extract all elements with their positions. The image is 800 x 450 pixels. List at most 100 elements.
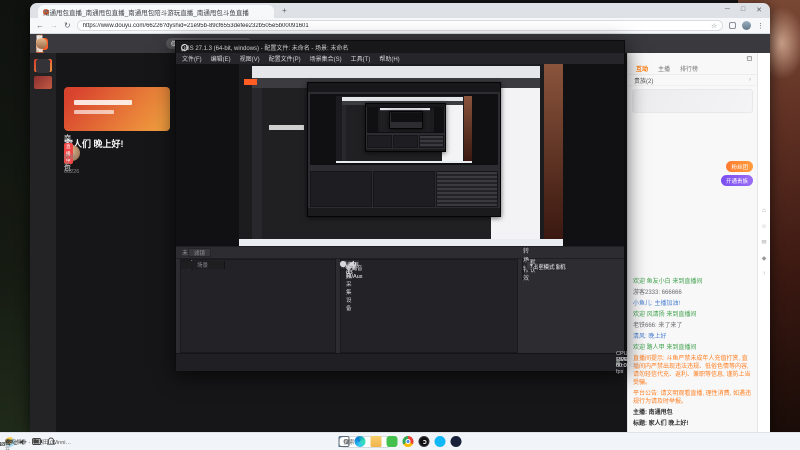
browser-menu-icon[interactable]: ⋮: [757, 22, 764, 30]
mini-obs-window: [389, 110, 423, 129]
chevron-down-icon: ▾: [530, 262, 533, 269]
chat-footer-streamer: 主播: 南通甩包: [633, 410, 673, 416]
battery-icon[interactable]: [32, 438, 42, 445]
obs-window: OBS 27.1.3 (64-bit, windows) - 配置文件: 未命名…: [175, 40, 637, 375]
room-id: 房间号: 66226: [64, 155, 80, 175]
cpu-fps-text: CPU: 1.0%, 60.00 fps: [616, 350, 631, 375]
mixer-body: 桌面音频/Aux -1.3 dB 视频采集设备 0.0 dB 麦克风/Aux 0…: [340, 260, 363, 312]
filters-button[interactable]: 滤镜: [188, 248, 212, 257]
file-explorer-icon[interactable]: [370, 436, 382, 447]
mini-obs-docks: [309, 170, 499, 207]
promo-banner[interactable]: [64, 87, 170, 131]
url-text: https://www.douyu.com/66226?dyshid=21e95…: [82, 22, 309, 29]
menu-profile[interactable]: 配置文件(P): [269, 54, 301, 63]
mini-obs-window: [307, 82, 502, 217]
minimize-button[interactable]: ─: [725, 6, 730, 14]
steam-icon[interactable]: [450, 436, 462, 447]
notifications-icon[interactable]: [47, 437, 55, 446]
chat-message: 欢迎 路人甲 来到直播间: [633, 345, 697, 351]
obs-menubar: 文件(F) 编辑(E) 视图(V) 配置文件(P) 场景集合(S) 工具(T) …: [176, 53, 624, 64]
mini-browser-chrome: [251, 65, 541, 78]
chat-footer-title: 标题: 家人们 晚上好!: [633, 421, 689, 427]
sources-dock: 来源 视频采集设备 窗口捕获: [180, 259, 336, 353]
profile-avatar[interactable]: [742, 21, 751, 30]
user-avatar[interactable]: [36, 38, 47, 49]
chat-message: 清风: 晚上好: [633, 334, 667, 340]
chat-tools: ⋯: [628, 53, 757, 63]
obs-titlebar[interactable]: OBS 27.1.3 (64-bit, windows) - 配置文件: 未命名…: [176, 41, 624, 54]
menu-scene-collection[interactable]: 场景集合(S): [310, 54, 342, 63]
wechat-icon[interactable]: [386, 436, 398, 447]
platform-announcement: 平台公告: 请文明观看直播, 理性消费, 如遇违规行为请及时举报。: [633, 391, 752, 405]
mini-dock: [419, 135, 445, 149]
refresh-icon[interactable]: ↻: [64, 21, 71, 30]
mini-obs-window: [364, 102, 447, 153]
forward-icon[interactable]: →: [50, 21, 58, 30]
tab-close-icon[interactable]: ✕: [43, 8, 48, 15]
qq-icon[interactable]: [434, 436, 446, 447]
slider-handle[interactable]: [340, 260, 346, 267]
page-float-toolbar: ⌂ ☆ ✉ ◆ ↑: [757, 53, 770, 432]
sidebar-shortcut[interactable]: [36, 59, 50, 73]
address-bar[interactable]: https://www.douyu.com/66226?dyshid=21e95…: [76, 20, 723, 31]
new-tab-button[interactable]: +: [282, 6, 287, 15]
transition-select[interactable]: 默认 ▾: [526, 260, 536, 274]
transitions-dock: 转场特效 默认 ▾: [522, 249, 536, 282]
menu-file[interactable]: 文件(F): [182, 54, 202, 63]
volume-slider[interactable]: [340, 260, 357, 268]
mini-dock: [309, 170, 373, 207]
preview-capture: [239, 64, 563, 246]
extensions-icon[interactable]: [729, 22, 736, 29]
followed-stream-thumb[interactable]: [34, 76, 52, 89]
edge-icon[interactable]: [354, 436, 366, 447]
chat-message: 欢迎 鱼友小白 来到直播间: [633, 279, 703, 285]
back-to-top-icon[interactable]: ↑: [763, 271, 766, 277]
tab-scenes[interactable]: 场景: [181, 261, 225, 269]
maximize-button[interactable]: □: [741, 6, 745, 14]
mini-obs-preview: [366, 107, 445, 134]
menu-tools[interactable]: 工具(T): [351, 54, 371, 63]
mini-dock: [392, 135, 419, 149]
speaker-icon[interactable]: [349, 260, 357, 268]
menu-edit[interactable]: 编辑(E): [211, 54, 231, 63]
chat-tab-rank[interactable]: 排行榜: [680, 64, 698, 73]
bookmark-star-icon[interactable]: ☆: [711, 22, 717, 30]
mini-obs-preview: [390, 112, 422, 122]
home-icon[interactable]: ⌂: [762, 208, 766, 214]
noble-row[interactable]: 贵族(2) ›: [628, 75, 757, 86]
menu-view[interactable]: 视图(V): [240, 54, 260, 63]
obs-statusbar: LIVE: 00:00:00 REC: 00:00:00 CPU: 1.0%, …: [176, 351, 637, 375]
obs-preview[interactable]: [176, 64, 624, 246]
feedback-icon[interactable]: ✉: [761, 239, 766, 246]
obs-window-title: OBS 27.1.3 (64-bit, windows) - 配置文件: 未命名…: [181, 45, 349, 52]
browser-toolbar: ← → ↻ https://www.douyu.com/66226?dyshid…: [30, 18, 770, 34]
activity-banner[interactable]: [632, 89, 753, 113]
back-icon[interactable]: ←: [36, 21, 44, 30]
mini-sidebar: [251, 88, 263, 239]
obs-app-icon[interactable]: [418, 436, 430, 447]
chat-tabs: 互动 主播 排行榜: [628, 63, 757, 75]
mini-taskbar: [336, 160, 473, 164]
ime-indicator[interactable]: 中: [5, 437, 11, 446]
chrome-icon[interactable]: [402, 436, 414, 447]
preview-capture-3: [377, 108, 434, 133]
windows-taskbar: 12°C 多云 晚间相扑 - 早稻田 (Winni… 搜索 ∧ 中 13 /8: [0, 432, 800, 450]
chat-tab-interact[interactable]: 互动: [636, 64, 648, 73]
noble-count: 贵族(2): [634, 78, 654, 85]
task-view-icon[interactable]: [338, 436, 350, 447]
menu-help[interactable]: 帮助(H): [379, 54, 399, 63]
mini-dock: [366, 135, 392, 149]
noble-pill[interactable]: 开通贵族: [720, 175, 753, 186]
mini-room-title: [269, 124, 304, 130]
gift-icon[interactable]: ◆: [762, 255, 767, 262]
mini-obs-statusbar: [308, 207, 501, 216]
mini-dock: [373, 170, 436, 207]
close-button[interactable]: ✕: [756, 6, 762, 14]
browser-tab[interactable]: 南通甩包直播_南通甩包直播_南通甩包陪斗游玩直播_南通甩包斗鱼直播 ✕: [38, 5, 274, 18]
chat-more-icon[interactable]: ⋯: [746, 55, 752, 62]
chat-tab-streamer[interactable]: 主播: [658, 64, 670, 73]
fan-club-pill[interactable]: 粉丝团: [726, 161, 753, 172]
volume-icon[interactable]: [19, 438, 27, 446]
favorite-icon[interactable]: ☆: [761, 223, 766, 230]
mini-wallpaper: [543, 64, 563, 239]
